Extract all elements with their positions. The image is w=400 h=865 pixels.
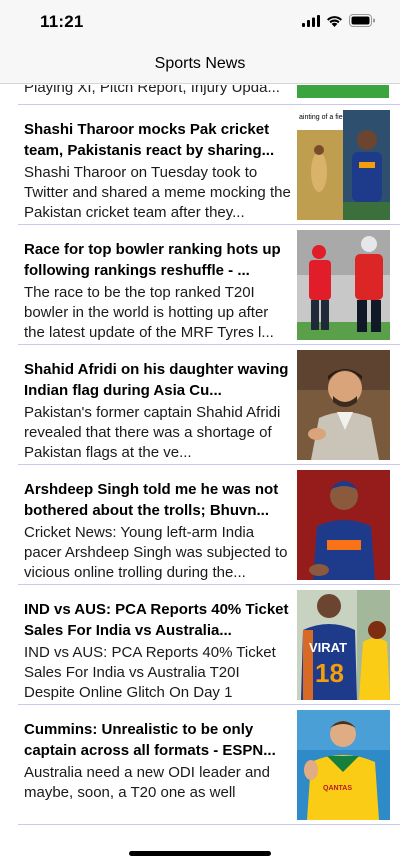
jersey-sponsor: QANTAS xyxy=(323,785,352,792)
news-summary: IND vs AUS: PCA Reports 40% Ticket Sales… xyxy=(24,644,276,701)
news-summary: Playing XI, Pitch Report, Injury Upda... xyxy=(24,85,280,96)
jersey-number: 18 xyxy=(315,658,344,688)
news-item[interactable]: Shashi Tharoor mocks Pak cricket team, P… xyxy=(18,105,400,225)
news-item-partial[interactable]: Playing XI, Pitch Report, Injury Upda... xyxy=(18,85,400,105)
news-thumbnail: ainting of a fielder xyxy=(297,110,390,220)
news-thumbnail: QANTAS xyxy=(297,710,390,820)
news-headline: Cummins: Unrealistic to be only captain … xyxy=(24,721,276,759)
home-indicator[interactable] xyxy=(129,851,271,856)
news-thumbnail xyxy=(297,230,390,340)
news-thumbnail: VIRAT 18 xyxy=(297,590,390,700)
news-summary: Shashi Tharoor on Tuesday took to Twitte… xyxy=(24,164,291,221)
jersey-name: VIRAT xyxy=(309,640,347,655)
news-headline: Race for top bowler ranking hots up foll… xyxy=(24,241,281,279)
news-item[interactable]: Race for top bowler ranking hots up foll… xyxy=(18,225,400,345)
news-thumbnail xyxy=(297,85,389,98)
news-summary: Cricket News: Young left-arm India pacer… xyxy=(24,524,288,581)
news-headline: IND vs AUS: PCA Reports 40% Ticket Sales… xyxy=(24,601,289,639)
status-icons xyxy=(302,14,376,32)
battery-icon xyxy=(349,14,376,32)
wifi-icon xyxy=(326,14,343,32)
news-summary: The race to be the top ranked T20I bowle… xyxy=(24,284,274,341)
status-bar: 11:21 xyxy=(0,0,400,44)
news-headline: Shashi Tharoor mocks Pak cricket team, P… xyxy=(24,121,275,159)
news-item[interactable]: Cummins: Unrealistic to be only captain … xyxy=(18,705,400,825)
page-title: Sports News xyxy=(154,55,246,72)
news-summary: Australia need a new ODI leader and mayb… xyxy=(24,764,270,801)
news-summary: Pakistan's former captain Shahid Afridi … xyxy=(24,404,281,461)
signal-icon xyxy=(302,14,320,32)
news-thumbnail xyxy=(297,470,390,580)
news-item[interactable]: Arshdeep Singh told me he was not bother… xyxy=(18,465,400,585)
navigation-bar: Sports News xyxy=(0,44,400,84)
news-feed[interactable]: Playing XI, Pitch Report, Injury Upda...… xyxy=(0,85,400,845)
news-headline: Arshdeep Singh told me he was not bother… xyxy=(24,481,279,519)
status-time: 11:21 xyxy=(40,12,84,31)
news-headline: Shahid Afridi on his daughter waving Ind… xyxy=(24,361,289,399)
news-item[interactable]: Shahid Afridi on his daughter waving Ind… xyxy=(18,345,400,465)
news-item[interactable]: IND vs AUS: PCA Reports 40% Ticket Sales… xyxy=(18,585,400,705)
news-thumbnail xyxy=(297,350,390,460)
